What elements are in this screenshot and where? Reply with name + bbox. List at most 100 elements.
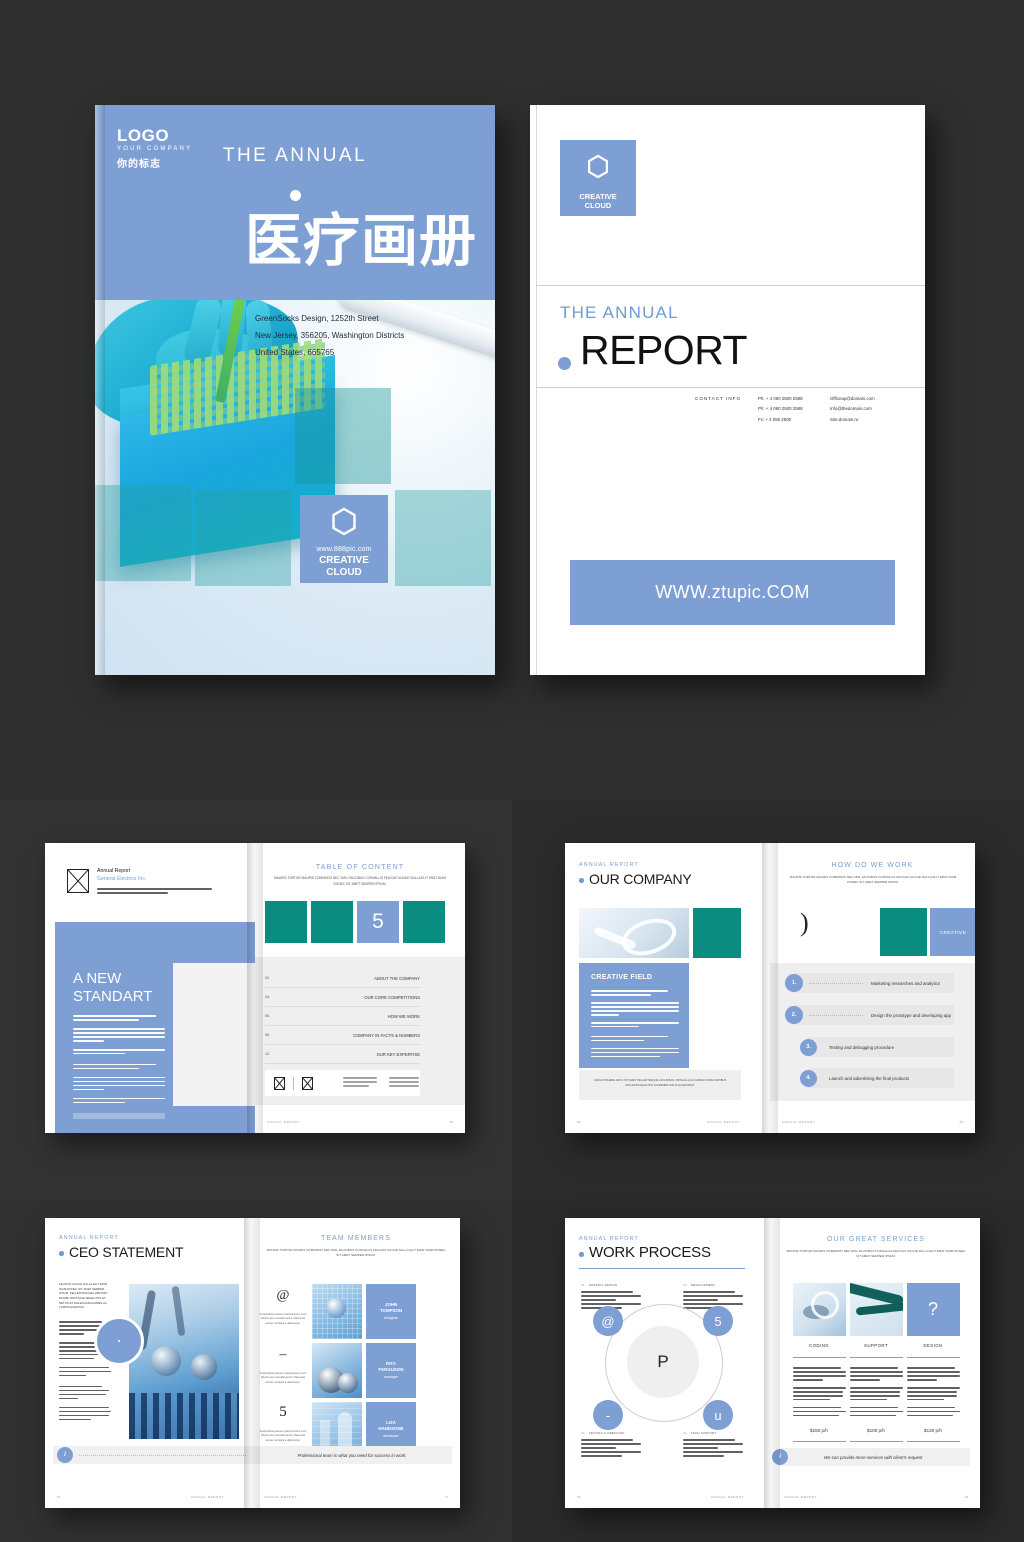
- team-note: Professional team is what you need for s…: [297, 1452, 407, 1458]
- toc-tile: [403, 901, 445, 943]
- company-title: OUR COMPANY: [589, 871, 692, 887]
- toc-card-contact: [343, 1077, 377, 1089]
- company-right-page: HOW DO WE WORK MAURIS TORTOR MAURIS COMM…: [770, 843, 975, 1133]
- overlay-square-teal: [395, 490, 491, 586]
- service-column: SUPPORT $100 p/h: [849, 1343, 903, 1443]
- services-columns: CODING $150 p/h SUPPORT $100 p/h DESIGN …: [772, 1343, 980, 1443]
- back-the-annual: THE ANNUAL: [560, 303, 679, 322]
- toc-item-num: 08.: [265, 1033, 270, 1037]
- divider-top: [536, 285, 925, 286]
- process-node[interactable]: u: [703, 1400, 733, 1430]
- service-name: CODING: [809, 1343, 829, 1348]
- step-row[interactable]: 2. Design the prototype and developing a…: [785, 1005, 954, 1025]
- ceo-right-footer-label: ANNUAL REPORT: [264, 1495, 298, 1499]
- service-name: DESIGN: [923, 1343, 943, 1348]
- creative-field-panel: CREATIVE FIELD: [579, 963, 689, 1068]
- contact-emails: Officeap@domain.com Info@thedomain.com S…: [830, 394, 875, 425]
- step-row[interactable]: 1. Marketing researches and analytics: [785, 973, 954, 993]
- toc-left-page: Annual Report General Electrics Inc. A N…: [45, 843, 255, 1133]
- team-glyph: –: [279, 1347, 287, 1362]
- toc-item-num: 12.: [265, 1052, 270, 1056]
- step-number: 3.: [800, 1038, 817, 1056]
- toc-list-panel: 02. ABOUT THE COMPANY 04. OUR CORE COMPETI…: [255, 957, 465, 1105]
- toc-intro-text: [97, 888, 212, 894]
- logo-main-text: LOGO: [117, 126, 170, 145]
- toc-item-title[interactable]: HOW WE WORK: [388, 1014, 420, 1019]
- overlay-square-teal: [295, 388, 391, 484]
- toc-item-title[interactable]: OUR CORE COMPETITIONS: [364, 995, 420, 1000]
- toc-item-title[interactable]: ABOUT THE COMPANY: [374, 976, 420, 981]
- toc-tiles: 5: [265, 901, 445, 943]
- standart-body-text: [73, 1015, 165, 1106]
- process-node[interactable]: @: [593, 1306, 623, 1336]
- quadrant-label: TECH SUPPORT: [690, 1431, 717, 1435]
- team-glyph-caption: Suspendisse posuere placerat lorem nunc …: [259, 1372, 307, 1384]
- hexagon-icon: [588, 154, 608, 179]
- cover-spine: [95, 105, 105, 675]
- spread-ceo-statement: ANNUAL REPORT CEO STATEMENT FEUGIAT AUGU…: [45, 1218, 460, 1508]
- team-row: @ Suspendisse posuere placerat lorem nun…: [258, 1284, 454, 1339]
- email-line: Site:domain.ru: [830, 416, 859, 422]
- steps-panel: 1. Marketing researches and analytics 2.…: [770, 963, 975, 1101]
- badge-url: www.888pic.com: [316, 546, 372, 553]
- ceo-note-bar-right: Professional team is what you need for s…: [252, 1446, 452, 1464]
- email-line: Officeap@domain.com: [830, 396, 875, 401]
- website-banner[interactable]: WWW.ztupic.COM: [570, 560, 895, 625]
- toc-kicker: Annual Report: [97, 868, 131, 874]
- toc-item-num: 04.: [265, 995, 270, 999]
- company-teal-tile: [693, 908, 741, 958]
- company-caption-panel: CRAS POSUERE ARCU SIT AMET PELLENTESQUE …: [579, 1070, 741, 1100]
- service-column: CODING $150 p/h: [792, 1343, 846, 1443]
- team-member-card[interactable]: JOHN TOMPSON designer: [366, 1284, 416, 1339]
- service-column: DESIGN $130 p/h: [906, 1343, 960, 1443]
- process-node[interactable]: 5: [703, 1306, 733, 1336]
- divider: [293, 1076, 294, 1090]
- overlay-square-teal: [95, 485, 191, 581]
- process-title-rule: [579, 1268, 745, 1269]
- quadrant-num: 02.: [683, 1283, 688, 1287]
- process-node[interactable]: -: [593, 1400, 623, 1430]
- address-line: United States, 665765: [255, 348, 335, 358]
- services-heading: OUR GREAT SERVICES: [827, 1236, 925, 1243]
- step-row[interactable]: 3. Testing and debugging procedure: [800, 1037, 954, 1057]
- toc-item-title[interactable]: COMPANY IN FACTS & NUMBERS: [353, 1033, 420, 1038]
- creative-field-body: [591, 990, 679, 1060]
- team-member-card[interactable]: RITA FERGUSON manager: [366, 1343, 416, 1398]
- hexagon-icon: [332, 507, 356, 536]
- report-dot-icon: [558, 357, 571, 370]
- ceo-right-footer-num: 17: [444, 1495, 448, 1499]
- process-quadrant: 03. TESTING & DEBUGING: [581, 1431, 643, 1459]
- contact-phones: Ph: + 4 060 2500 2588 Ph: + 4 060 2500 2…: [758, 394, 803, 425]
- step-number: 2.: [785, 1006, 803, 1024]
- toc-lorem: MAURIS TORTOR MAURIS COMMODO NEC NISL FA…: [274, 876, 446, 886]
- phone-line: Ph: + 4 060 2500 2588: [758, 396, 803, 401]
- services-footer-num: 19: [964, 1495, 968, 1499]
- ceo-circle-dot-icon: [117, 1339, 121, 1343]
- address-line: New Jersey, 356205, Washington Districts: [255, 331, 405, 341]
- company-right-footer-num: 03: [959, 1120, 963, 1124]
- process-core: P: [627, 1326, 699, 1398]
- quadrant-label: DEVELOPMENT: [690, 1283, 716, 1287]
- overlay-square-teal: [195, 490, 291, 586]
- ceo-footer-num: 16: [57, 1495, 61, 1499]
- step-number: 4.: [800, 1069, 817, 1087]
- process-quadrant: 04. TECH SUPPORT: [683, 1431, 745, 1459]
- team-row: – Suspendisse posuere placerat lorem nun…: [258, 1343, 454, 1398]
- creative-tile: CREATIVE: [930, 908, 975, 956]
- paren-glyph: ): [800, 908, 809, 937]
- toc-tile: [265, 901, 307, 943]
- toc-item-title[interactable]: OUR KEY EXPERTISE: [377, 1052, 420, 1057]
- title-bullet-icon: [579, 878, 584, 883]
- process-footer-label: ANNUAL REPORT: [710, 1495, 744, 1499]
- service-photo: [849, 1283, 903, 1336]
- company-eyebrow: ANNUAL REPORT: [579, 862, 639, 868]
- creative-field-title: CREATIVE FIELD: [591, 974, 653, 981]
- step-row[interactable]: 4. Launch and advertising the final prod…: [800, 1068, 954, 1088]
- back-cover-spine: [536, 105, 537, 675]
- cover-chinese-title: 医疗画册: [245, 208, 477, 274]
- step-number: 1.: [785, 974, 803, 992]
- placeholder-image-icon: [302, 1076, 313, 1090]
- team-glyph-caption: Suspendisse posuere placerat lorem nunc …: [259, 1313, 307, 1325]
- phone-line: Fx: + 4 055 2500: [758, 416, 792, 422]
- services-lorem: MAURIS TORTOR MAURIS COMMODO NEC NISL FA…: [786, 1249, 966, 1259]
